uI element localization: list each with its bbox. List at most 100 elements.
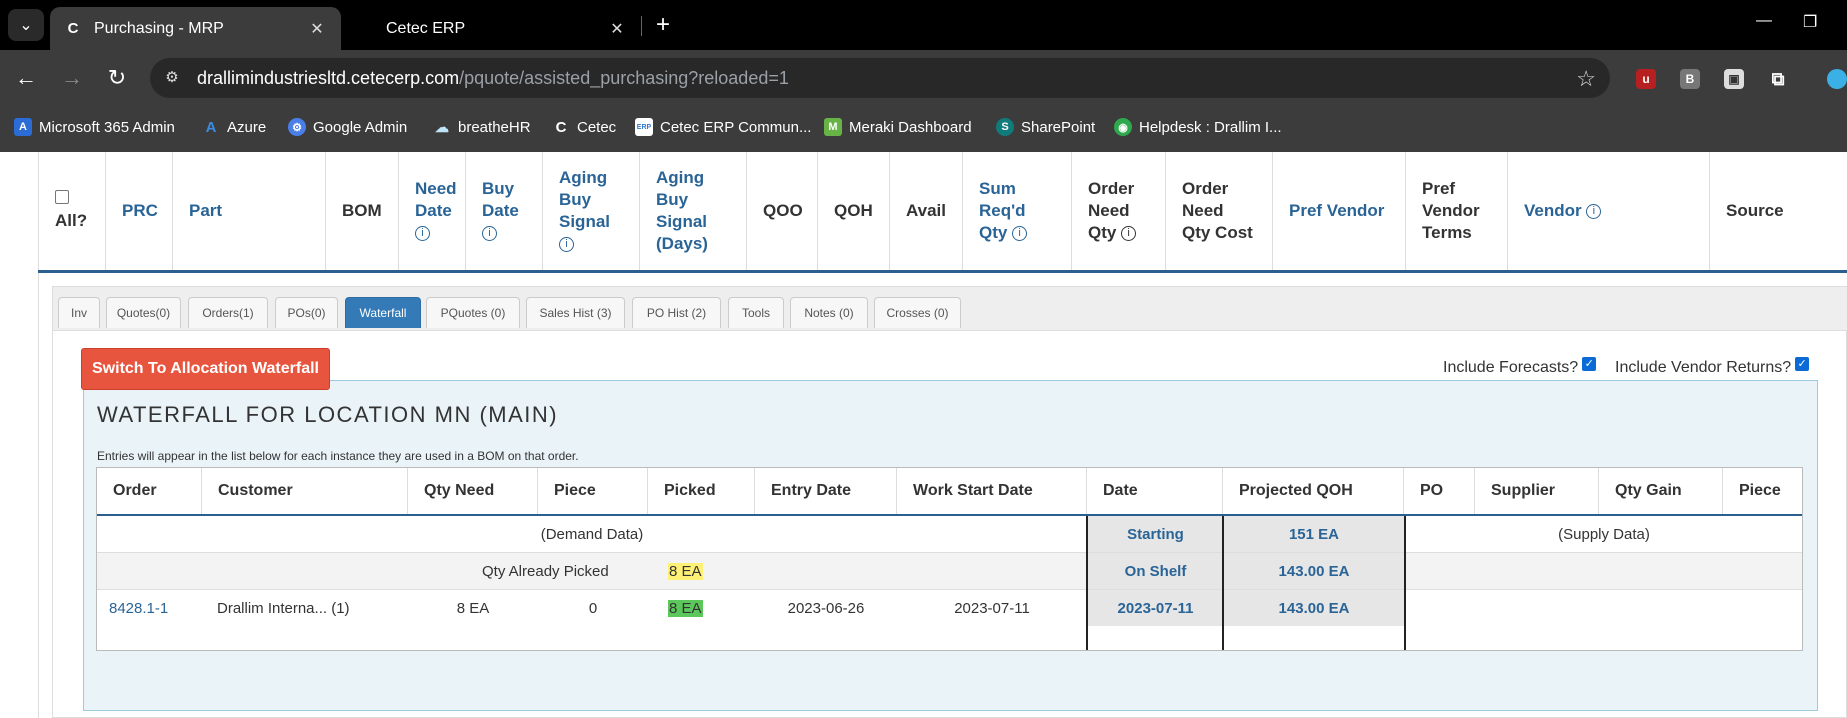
include-forecasts-checkbox[interactable]: ✓ [1582, 357, 1597, 371]
ublock-extension-icon[interactable]: u [1636, 69, 1656, 89]
switch-to-allocation-waterfall-button[interactable]: Switch To Allocation Waterfall [81, 348, 330, 390]
column-buy-date[interactable]: Buy Date i [465, 152, 542, 270]
close-tab-icon[interactable]: ✕ [605, 19, 629, 39]
reload-icon[interactable]: ↻ [103, 64, 131, 92]
column-sum-reqd-qty[interactable]: Sum Req'd Qty i [962, 152, 1071, 270]
browser-tab-bar: ⌄ C Purchasing - MRP ✕ Cetec ERP ✕ + — ❐ [0, 0, 1847, 50]
column-pref-vendor-terms: Pref Vendor Terms [1405, 152, 1507, 270]
column-need-date[interactable]: Need Date i [398, 152, 465, 270]
helpdesk-icon: ◉ [1114, 118, 1132, 136]
waterfall-table: Order Customer Qty Need Piece Picked Ent… [96, 467, 1803, 651]
include-vendor-returns-option[interactable]: Include Vendor Returns? ✓ [1615, 357, 1810, 377]
table-row: (Demand Data) Starting 151 EA (Supply Da… [97, 516, 1802, 553]
work-start-date-cell: 2023-07-11 [954, 599, 1030, 617]
browser-tab-active[interactable]: C Purchasing - MRP ✕ [50, 7, 341, 50]
forward-icon[interactable]: → [58, 64, 86, 92]
already-picked-value: 8 EA [668, 562, 703, 580]
browser-toolbar: ← → ↻ ⚙ drallimindustriesltd.cetecerp.co… [0, 50, 1847, 106]
info-icon[interactable]: i [1586, 204, 1602, 220]
picked-cell: 8 EA [668, 599, 703, 617]
azure-icon: A [205, 118, 217, 136]
bookmark-microsoft-365-admin[interactable]: A Microsoft 365 Admin [14, 118, 175, 136]
sharepoint-icon: S [996, 118, 1014, 136]
already-picked-label: Qty Already Picked [482, 562, 609, 580]
th-po: PO [1404, 468, 1475, 514]
subtab-quotes[interactable]: Quotes(0) [106, 297, 181, 328]
extensions-puzzle-icon[interactable]: ⧉ [1768, 69, 1788, 89]
column-part[interactable]: Part [172, 152, 325, 270]
waterfall-title: WATERFALL FOR LOCATION MN (MAIN) [97, 402, 559, 427]
new-tab-button[interactable]: + [650, 12, 676, 38]
column-aging-buy-signal[interactable]: Aging Buy Signal i [542, 152, 639, 270]
select-all-checkbox[interactable] [55, 190, 69, 204]
subtab-po-hist[interactable]: PO Hist (2) [632, 297, 721, 328]
subtab-crosses[interactable]: Crosses (0) [874, 297, 961, 328]
column-qoh: QOH [817, 152, 889, 270]
waterfall-panel: WATERFALL FOR LOCATION MN (MAIN) Entries… [83, 380, 1818, 711]
bookmark-cetec-erp-community[interactable]: ERP Cetec ERP Commun... [635, 118, 811, 136]
restore-icon[interactable]: ❐ [1803, 12, 1817, 32]
th-qty-gain: Qty Gain [1599, 468, 1723, 514]
extension-icon[interactable]: ▣ [1724, 69, 1744, 89]
select-all-label: All? [55, 211, 88, 230]
th-customer: Customer [202, 468, 408, 514]
breathehr-icon: ☁ [435, 118, 449, 135]
tab-title: Cetec ERP [386, 19, 466, 37]
order-link[interactable]: 8428.1-1 [109, 590, 168, 626]
back-icon[interactable]: ← [12, 64, 40, 92]
bookmark-meraki-dashboard[interactable]: M Meraki Dashboard [824, 118, 972, 136]
info-icon[interactable]: i [559, 237, 574, 253]
part-detail-panel: Inv Quotes(0) Orders(1) POs(0) Waterfall… [52, 286, 1847, 718]
bookmark-breathehr[interactable]: ☁ breatheHR [433, 118, 531, 136]
info-icon[interactable]: i [415, 226, 430, 242]
info-icon[interactable]: i [1012, 226, 1028, 242]
th-work-start-date: Work Start Date [897, 468, 1087, 514]
include-vendor-returns-label: Include Vendor Returns? [1615, 359, 1792, 376]
column-prc[interactable]: PRC [105, 152, 172, 270]
bookmark-star-icon[interactable]: ☆ [1576, 66, 1596, 92]
th-piece-supply: Piece [1739, 482, 1781, 499]
projected-qoh-cell: 143.00 EA [1224, 590, 1404, 626]
subtab-orders[interactable]: Orders(1) [188, 297, 268, 328]
subtab-notes[interactable]: Notes (0) [790, 297, 868, 328]
subtab-waterfall[interactable]: Waterfall [345, 297, 421, 328]
subtab-tools[interactable]: Tools [728, 297, 784, 328]
tab-search-button[interactable]: ⌄ [8, 9, 44, 41]
bookmark-sharepoint[interactable]: S SharePoint [996, 118, 1095, 136]
site-info-icon[interactable]: ⚙ [162, 68, 182, 88]
th-piece: Piece [538, 468, 648, 514]
profile-avatar[interactable] [1827, 69, 1847, 89]
piece-cell: 0 [588, 599, 598, 617]
table-row: Qty Already Picked 8 EA On Shelf 143.00 … [97, 552, 1802, 589]
info-icon[interactable]: i [482, 226, 497, 242]
close-tab-icon[interactable]: ✕ [305, 19, 329, 39]
starting-qoh: 151 EA [1224, 516, 1404, 552]
url-text[interactable]: drallimindustriesltd.cetecerp.com/pquote… [197, 68, 789, 89]
browser-tab[interactable]: Cetec ERP ✕ [341, 7, 641, 50]
info-icon[interactable]: i [1121, 226, 1137, 242]
minimize-icon[interactable]: — [1756, 12, 1772, 30]
column-avail: Avail [889, 152, 962, 270]
column-vendor[interactable]: Vendor i [1507, 152, 1709, 270]
column-aging-buy-signal-days[interactable]: Aging Buy Signal (Days) [639, 152, 746, 270]
column-pref-vendor[interactable]: Pref Vendor [1272, 152, 1405, 270]
subtab-pquotes[interactable]: PQuotes (0) [426, 297, 520, 328]
bookmark-cetec[interactable]: C Cetec [552, 118, 617, 136]
demand-data-label: (Demand Data) [540, 525, 644, 543]
subtab-sales-hist[interactable]: Sales Hist (3) [526, 297, 625, 328]
th-supplier: Supplier [1475, 468, 1599, 514]
bookmark-azure[interactable]: A Azure [202, 118, 267, 136]
bookmark-helpdesk[interactable]: ◉ Helpdesk : Drallim I... [1114, 118, 1282, 136]
subtab-pos[interactable]: POs(0) [275, 297, 338, 328]
include-forecasts-option[interactable]: Include Forecasts? ✓ [1443, 357, 1597, 377]
b-extension-icon[interactable]: B [1680, 69, 1700, 89]
chevron-down-icon: ⌄ [19, 17, 33, 34]
supply-data-label: (Supply Data) [1558, 525, 1650, 543]
address-bar[interactable]: ⚙ drallimindustriesltd.cetecerp.com/pquo… [150, 58, 1610, 98]
column-divider [1086, 516, 1088, 650]
include-vendor-returns-checkbox[interactable]: ✓ [1795, 357, 1810, 371]
bookmark-google-admin[interactable]: ⚙ Google Admin [288, 118, 407, 136]
on-shelf-qoh: 143.00 EA [1224, 553, 1404, 589]
subtab-inv[interactable]: Inv [58, 297, 100, 328]
include-forecasts-label: Include Forecasts? [1443, 359, 1579, 376]
